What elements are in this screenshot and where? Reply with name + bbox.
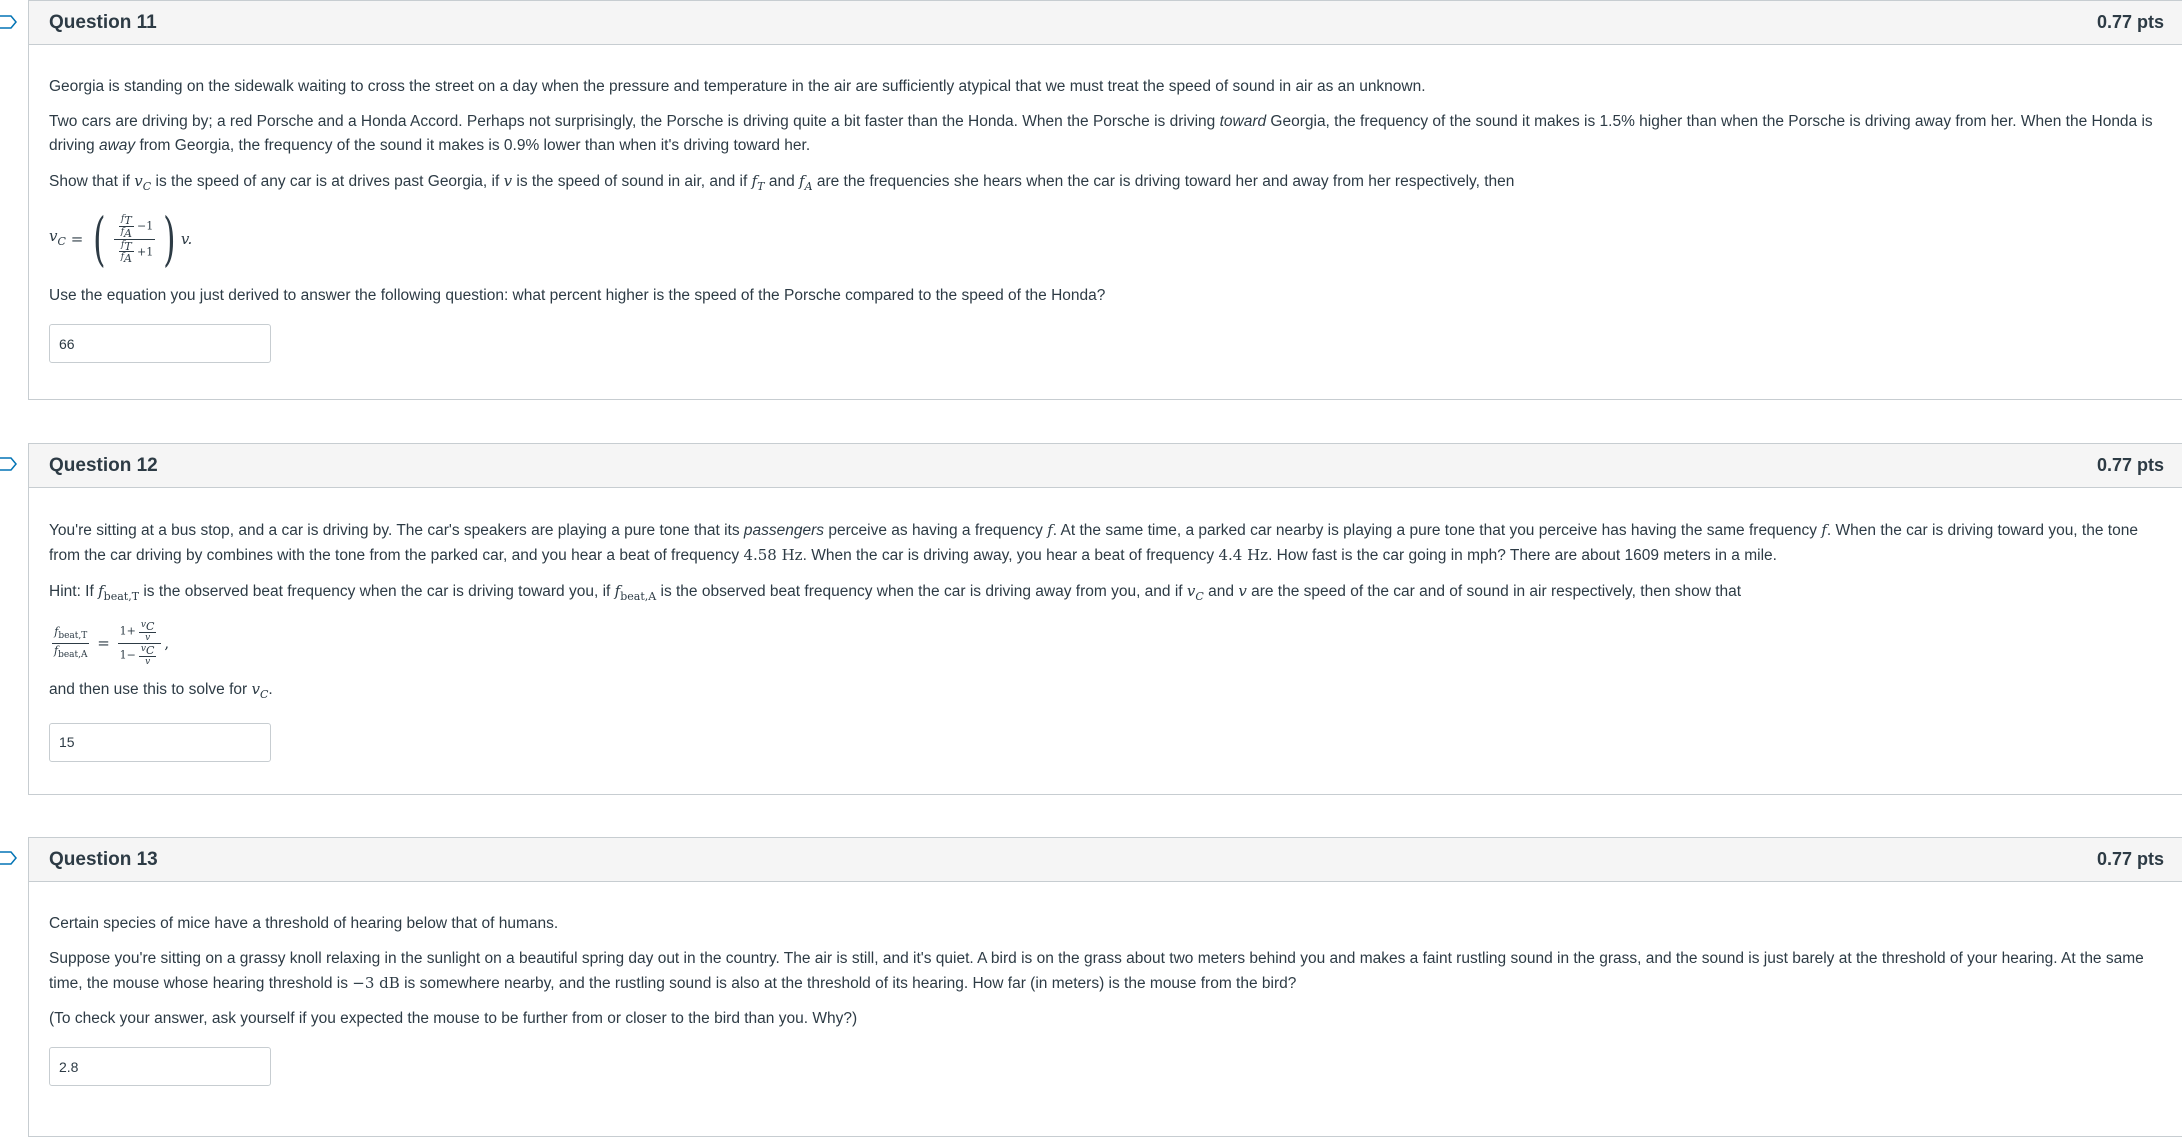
question-11: Question 11 0.77 pts Georgia is standing… xyxy=(28,0,2182,400)
question-text: You're sitting at a bus stop, and a car … xyxy=(29,488,2182,792)
answer-input[interactable]: 2.8 xyxy=(49,1047,271,1086)
paragraph: Certain species of mice have a threshold… xyxy=(49,915,559,932)
question-points: 0.77 pts xyxy=(2096,455,2164,475)
paragraph: Georgia is standing on the sidewalk wait… xyxy=(49,78,1426,95)
bookmark-flag-icon[interactable] xyxy=(0,457,18,471)
question-title: Question 11 xyxy=(49,11,157,33)
equation: fbeat,T fbeat,A = 1+ vC v 1− vC v , xyxy=(52,619,170,667)
bookmark-flag-icon[interactable] xyxy=(0,15,18,29)
paragraph: Suppose you're sitting on a grassy knoll… xyxy=(49,950,2144,992)
paragraph: Two cars are driving by; a red Porsche a… xyxy=(49,113,2153,154)
answer-input[interactable]: 15 xyxy=(49,722,271,762)
question-text: Certain species of mice have a threshold… xyxy=(29,882,2182,1116)
question-header: Question 13 0.77 pts xyxy=(29,838,2182,882)
paragraph: and then use this to solve for vC. xyxy=(49,679,273,701)
paragraph: Show that if vC is the speed of any car … xyxy=(49,172,1515,193)
question-12: Question 12 0.77 pts You're sitting at a… xyxy=(28,443,2182,795)
answer-input[interactable]: 66 xyxy=(49,324,271,363)
question-header: Question 12 0.77 pts xyxy=(29,444,2182,488)
paragraph: (To check your answer, ask yourself if y… xyxy=(49,1010,858,1027)
paragraph: You're sitting at a bus stop, and a car … xyxy=(49,521,2138,564)
question-title: Question 13 xyxy=(49,848,158,870)
bookmark-flag-icon[interactable] xyxy=(0,851,18,865)
paragraph: Hint: If fbeat,T is the observed beat fr… xyxy=(49,582,1742,603)
question-title: Question 12 xyxy=(49,454,158,476)
question-points: 0.77 pts xyxy=(2096,849,2164,869)
question-text: Georgia is standing on the sidewalk wait… xyxy=(29,45,2182,393)
question-13: Question 13 0.77 pts Certain species of … xyxy=(28,837,2182,1137)
equation: vC = ( fT fA −1 fT fA +1 ) v. xyxy=(49,205,193,273)
question-header: Question 11 0.77 pts xyxy=(29,1,2182,45)
question-points: 0.77 pts xyxy=(2096,12,2164,32)
paragraph: Use the equation you just derived to ans… xyxy=(49,287,1106,304)
